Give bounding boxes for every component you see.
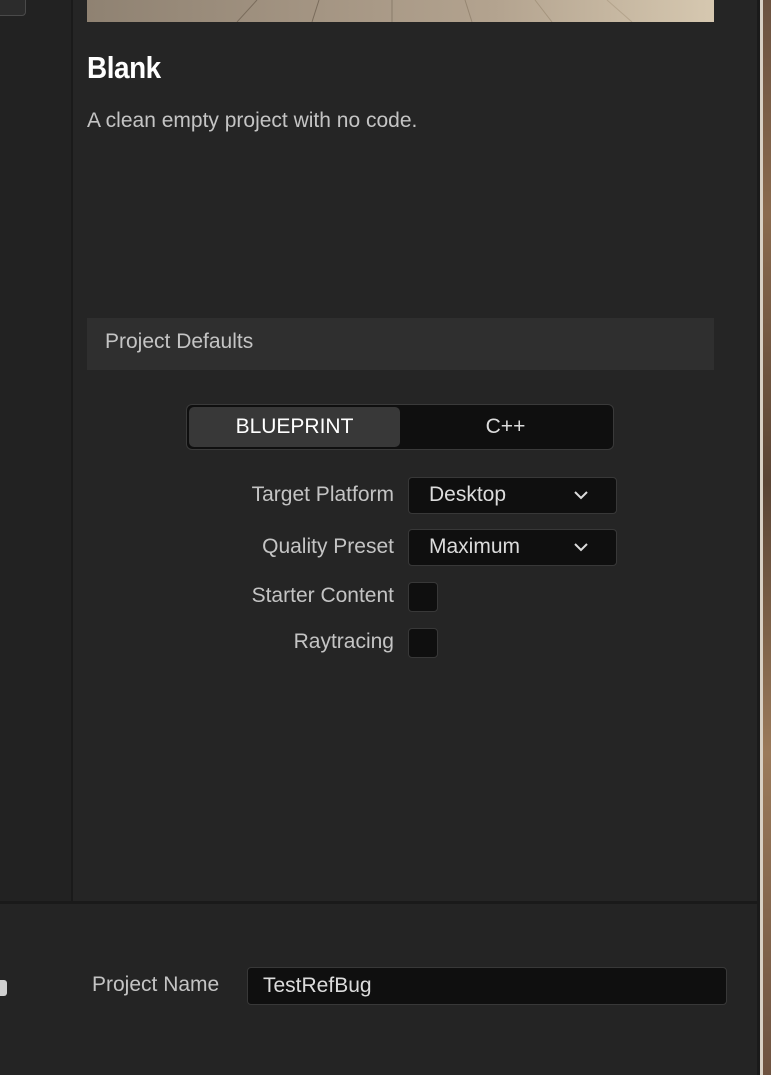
quality-preset-value: Maximum: [429, 535, 521, 558]
background-image-edge: [760, 0, 771, 1075]
target-platform-value: Desktop: [429, 483, 507, 506]
raytracing-checkbox[interactable]: [408, 628, 438, 658]
chevron-down-icon: [574, 491, 588, 500]
quality-preset-dropdown[interactable]: Maximum: [408, 529, 617, 566]
template-description: A clean empty project with no code.: [87, 109, 418, 132]
scroll-handle[interactable]: [0, 980, 7, 996]
section-title: Project Defaults: [105, 330, 254, 353]
template-thumbnail: [87, 0, 714, 22]
raytracing-label: Raytracing: [293, 630, 394, 653]
chevron-down-icon: [574, 543, 588, 552]
template-category-sidebar: [0, 0, 71, 901]
template-details-panel: [73, 0, 757, 901]
starter-content-label: Starter Content: [251, 584, 394, 607]
project-name-label: Project Name: [92, 973, 220, 996]
blueprint-option[interactable]: BLUEPRINT: [189, 407, 400, 447]
starter-content-checkbox[interactable]: [408, 582, 438, 612]
project-name-input[interactable]: [247, 967, 727, 1005]
cpp-option[interactable]: C++: [400, 407, 611, 447]
new-project-window: Blank A clean empty project with no code…: [0, 0, 771, 1075]
sidebar-tab[interactable]: [0, 0, 26, 16]
quality-preset-label: Quality Preset: [262, 535, 394, 558]
target-platform-dropdown[interactable]: Desktop: [408, 477, 617, 514]
language-toggle: BLUEPRINT C++: [186, 404, 614, 450]
project-defaults-header: Project Defaults: [87, 318, 714, 370]
target-platform-label: Target Platform: [251, 483, 394, 506]
template-title: Blank: [87, 50, 161, 85]
